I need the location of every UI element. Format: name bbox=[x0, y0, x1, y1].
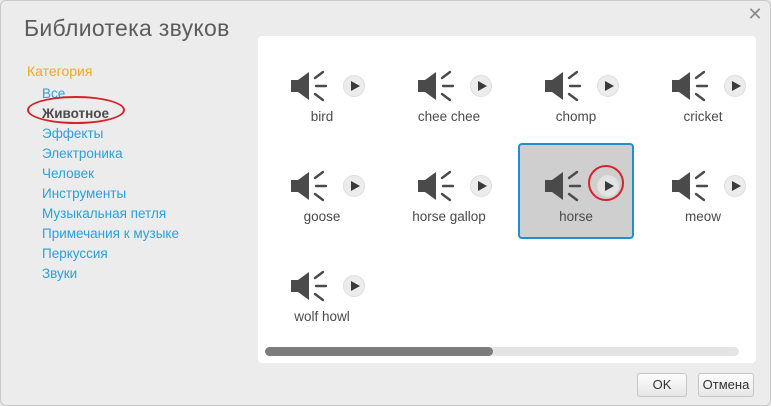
category-item[interactable]: Электроника bbox=[27, 144, 247, 164]
speaker-icon bbox=[543, 69, 583, 103]
category-item[interactable]: Все bbox=[27, 84, 247, 104]
category-sidebar: Категория Все Животное Эффекты Электроника Ч… bbox=[27, 63, 247, 284]
sound-name: chee chee bbox=[417, 109, 481, 124]
category-list: Все Животное Эффекты Электроника Человек Инст… bbox=[27, 84, 247, 284]
sound-name: horse bbox=[559, 209, 593, 224]
sound-tile[interactable]: goose bbox=[264, 143, 380, 239]
horizontal-scrollbar[interactable] bbox=[265, 347, 739, 356]
category-item[interactable]: Примечания к музыке bbox=[27, 224, 247, 244]
sound-tile[interactable]: wolf howl bbox=[264, 243, 380, 339]
sound-name: goose bbox=[303, 209, 341, 224]
sound-name: wolf howl bbox=[294, 309, 350, 324]
play-icon[interactable] bbox=[597, 75, 619, 97]
speaker-icon bbox=[289, 69, 329, 103]
cancel-button[interactable]: Отмена bbox=[698, 373, 754, 397]
speaker-icon bbox=[289, 269, 329, 303]
dialog-title: Библиотека звуков bbox=[24, 15, 230, 41]
category-item[interactable]: Человек bbox=[27, 164, 247, 184]
category-item[interactable]: Перкуссия bbox=[27, 244, 247, 264]
speaker-icon bbox=[670, 69, 710, 103]
sound-library-dialog: Библиотека звуков ✕ Категория Все Животно… bbox=[0, 0, 771, 406]
play-icon[interactable] bbox=[724, 175, 746, 197]
sound-tile[interactable]: bird bbox=[264, 43, 380, 139]
category-item[interactable]: Музыкальная петля bbox=[27, 204, 247, 224]
category-item[interactable]: Эффекты bbox=[27, 124, 247, 144]
sound-name: bird bbox=[310, 109, 334, 124]
play-icon[interactable] bbox=[470, 75, 492, 97]
play-icon[interactable] bbox=[724, 75, 746, 97]
sound-name: cricket bbox=[683, 109, 723, 124]
play-icon[interactable] bbox=[343, 75, 365, 97]
speaker-icon bbox=[289, 169, 329, 203]
speaker-icon bbox=[416, 69, 456, 103]
sound-name: chomp bbox=[555, 109, 597, 124]
sound-name: meow bbox=[684, 209, 721, 224]
speaker-icon bbox=[543, 169, 583, 203]
play-icon[interactable] bbox=[343, 175, 365, 197]
category-title: Категория bbox=[27, 63, 93, 79]
sound-tile[interactable]: chee chee bbox=[391, 43, 507, 139]
sounds-panel: bird chee chee chomp cricket goose horse gall… bbox=[258, 36, 756, 363]
scrollbar-thumb[interactable] bbox=[265, 347, 493, 356]
play-icon[interactable] bbox=[597, 175, 619, 197]
play-icon[interactable] bbox=[470, 175, 492, 197]
close-icon[interactable]: ✕ bbox=[746, 5, 764, 23]
sound-tile[interactable]: cricket bbox=[645, 43, 756, 139]
speaker-icon bbox=[416, 169, 456, 203]
sound-tile[interactable]: horse gallop bbox=[391, 143, 507, 239]
category-item[interactable]: Животное bbox=[27, 104, 247, 124]
sound-grid: bird chee chee chomp cricket goose horse gall… bbox=[258, 36, 756, 346]
category-item[interactable]: Инструменты bbox=[27, 184, 247, 204]
speaker-icon bbox=[670, 169, 710, 203]
sound-tile[interactable]: chomp bbox=[518, 43, 634, 139]
category-item[interactable]: Звуки bbox=[27, 264, 247, 284]
sound-name: horse gallop bbox=[412, 209, 486, 224]
play-icon[interactable] bbox=[343, 275, 365, 297]
ok-button[interactable]: OK bbox=[637, 373, 687, 397]
sound-tile[interactable]: horse bbox=[518, 143, 634, 239]
sound-tile[interactable]: meow bbox=[645, 143, 756, 239]
